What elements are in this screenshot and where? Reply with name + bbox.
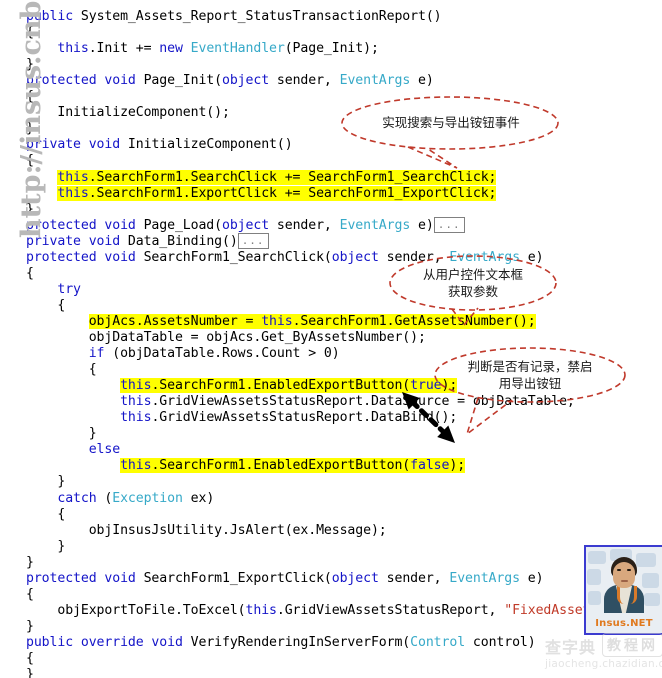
code-token: .Init +=: [88, 41, 160, 57]
screenshot-root: public System_Assets_Report_StatusTransa…: [0, 0, 662, 678]
avatar-bg-blob: [588, 591, 601, 605]
code-token: object: [331, 570, 379, 586]
code-token: this: [57, 185, 89, 201]
code-line[interactable]: protected void Page_Init(object sender, …: [0, 70, 434, 91]
code-token: .SearchForm1.EnabledExportButton(: [151, 458, 411, 474]
code-line[interactable]: }: [0, 664, 34, 678]
code-token: sender,: [269, 73, 340, 89]
code-token: protected void: [26, 249, 144, 265]
code-token: sender,: [378, 249, 450, 265]
code-token: (: [96, 490, 113, 506]
code-token: Page_Init(: [143, 73, 223, 89]
code-line[interactable]: this.SearchForm1.EnabledExportButton(fal…: [0, 455, 465, 476]
code-token: this: [245, 602, 277, 618]
code-line[interactable]: private void InitializeComponent(): [0, 134, 293, 155]
code-token: EventArgs: [449, 249, 520, 265]
code-highlight: this.SearchForm1.EnabledExportButton(fal…: [120, 458, 466, 474]
code-token: sender,: [269, 217, 340, 233]
code-token: InitializeComponent();: [26, 105, 230, 121]
code-token: SearchForm1_SearchClick(: [143, 249, 332, 265]
code-token: control): [465, 634, 536, 650]
code-token: (objDataTable.Rows.Count > 0): [104, 346, 340, 362]
code-token: EventArgs: [449, 570, 520, 586]
code-token: e): [519, 249, 544, 265]
code-line[interactable]: objExportToFile.ToExcel(this.GridViewAss…: [0, 600, 653, 621]
code-token: sender,: [378, 570, 450, 586]
code-token: (Page_Init);: [284, 41, 379, 57]
code-token: new: [159, 41, 191, 57]
code-token: Control: [410, 634, 466, 650]
code-token: }: [26, 667, 34, 678]
code-token: object: [331, 249, 379, 265]
code-line[interactable]: this.SearchForm1.ExportClick += SearchFo…: [0, 183, 496, 204]
code-token: e): [519, 570, 544, 586]
avatar-eye: [627, 569, 631, 571]
avatar-card: Insus.NET: [584, 545, 662, 635]
code-token: this: [120, 458, 152, 474]
code-token: SearchForm1_ExportClick(: [143, 570, 332, 586]
code-editor-pane[interactable]: public System_Assets_Report_StatusTransa…: [0, 0, 662, 678]
code-token: .GridViewAssetsStatusReport,: [276, 602, 505, 618]
code-line[interactable]: protected void SearchForm1_ExportClick(o…: [0, 568, 544, 589]
code-token: VerifyRenderingInServerForm(: [190, 634, 411, 650]
avatar-name-label: Insus.NET: [595, 618, 653, 629]
collapsed-region-toggle[interactable]: ...: [433, 216, 465, 233]
code-line[interactable]: protected void SearchForm1_SearchClick(o…: [0, 247, 544, 268]
code-token: this: [120, 410, 152, 426]
code-token: e): [410, 217, 434, 233]
code-token: objInsusJsUtility.JsAlert(ex.Message);: [26, 522, 387, 538]
avatar-bg-blob: [642, 573, 659, 588]
code-token: private void: [26, 137, 128, 153]
avatar-lanyard: [617, 586, 637, 604]
code-token: false: [410, 458, 450, 474]
code-line[interactable]: public System_Assets_Report_StatusTransa…: [0, 6, 442, 27]
code-token: InitializeComponent(): [127, 137, 293, 153]
code-line[interactable]: InitializeComponent();: [0, 102, 230, 123]
avatar-face: [613, 562, 635, 588]
code-token: .GridViewAssetsStatusReport.DataBind();: [151, 410, 458, 426]
code-token: );: [449, 458, 466, 474]
code-token: objExportToFile.ToExcel(: [26, 602, 246, 618]
code-line[interactable]: this.Init += new EventHandler(Page_Init)…: [0, 38, 379, 59]
avatar-bg-blob: [587, 569, 601, 585]
code-token: protected void: [26, 570, 144, 586]
code-token: protected void: [26, 73, 144, 89]
avatar-bg-blob: [644, 593, 660, 606]
code-token: this: [57, 41, 89, 57]
code-token: object: [222, 73, 270, 89]
code-token: public: [26, 9, 81, 24]
code-highlight: this.SearchForm1.ExportClick += SearchFo…: [57, 185, 497, 201]
code-token: ex): [182, 490, 215, 506]
code-token: Exception: [112, 490, 183, 506]
code-line[interactable]: public override void VerifyRenderingInSe…: [0, 632, 536, 653]
code-token: EventHandler: [190, 41, 285, 57]
code-token: System_Assets_Report_StatusTransactionRe…: [80, 9, 442, 24]
avatar-mouth: [621, 580, 628, 582]
code-token: .SearchForm1.ExportClick += SearchForm1_…: [88, 185, 497, 201]
code-token: EventArgs: [339, 217, 411, 233]
code-token: e): [410, 73, 434, 89]
code-token: EventArgs: [339, 73, 411, 89]
avatar-eye: [617, 569, 621, 571]
code-token: public override void: [26, 634, 191, 650]
avatar-portrait: [604, 555, 644, 613]
